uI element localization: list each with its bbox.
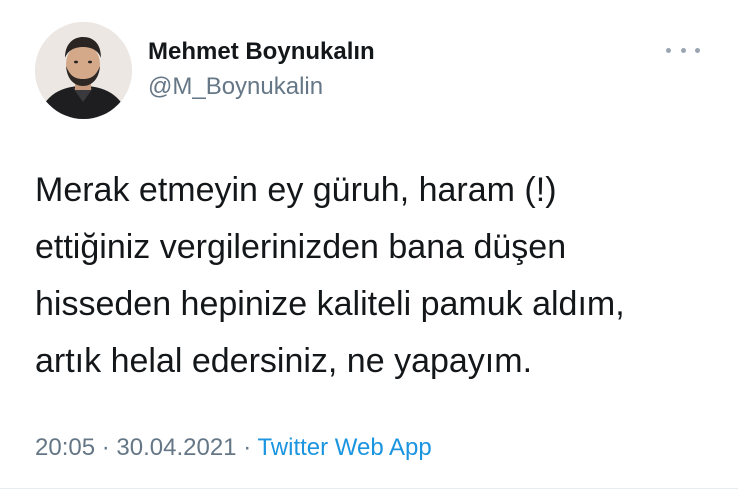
- display-name[interactable]: Mehmet Boynukalın: [148, 38, 375, 66]
- tweet-text-line: ettiğiniz vergilerinizden bana düşen: [35, 228, 567, 266]
- separator: ·: [243, 434, 252, 461]
- tweet-source-link[interactable]: Twitter Web App: [257, 434, 431, 461]
- tweet-text-line: Merak etmeyin ey güruh, haram (!): [35, 171, 557, 209]
- separator: ·: [101, 434, 110, 461]
- tweet-time[interactable]: 20:05: [35, 434, 95, 461]
- tweet-text: Merak etmeyin ey güruh, haram (!) ettiği…: [35, 162, 725, 390]
- tweet-text-line: hisseden hepinize kaliteli pamuk aldım,: [35, 285, 625, 323]
- tweet-meta: 20:05 · 30.04.2021 · Twitter Web App: [35, 434, 432, 462]
- user-handle[interactable]: @M_Boynukalin: [148, 73, 323, 101]
- tweet-date[interactable]: 30.04.2021: [116, 434, 236, 461]
- dot: [695, 47, 700, 53]
- tweet-card: Mehmet Boynukalın @M_Boynukalin Merak et…: [0, 0, 738, 489]
- avatar[interactable]: [35, 22, 132, 119]
- more-horizontal-icon[interactable]: [666, 40, 700, 60]
- dot: [680, 47, 686, 53]
- tweet-text-line: artık helal edersiniz, ne yapayım.: [35, 342, 533, 380]
- dot: [666, 47, 671, 53]
- avatar-image: [35, 22, 132, 119]
